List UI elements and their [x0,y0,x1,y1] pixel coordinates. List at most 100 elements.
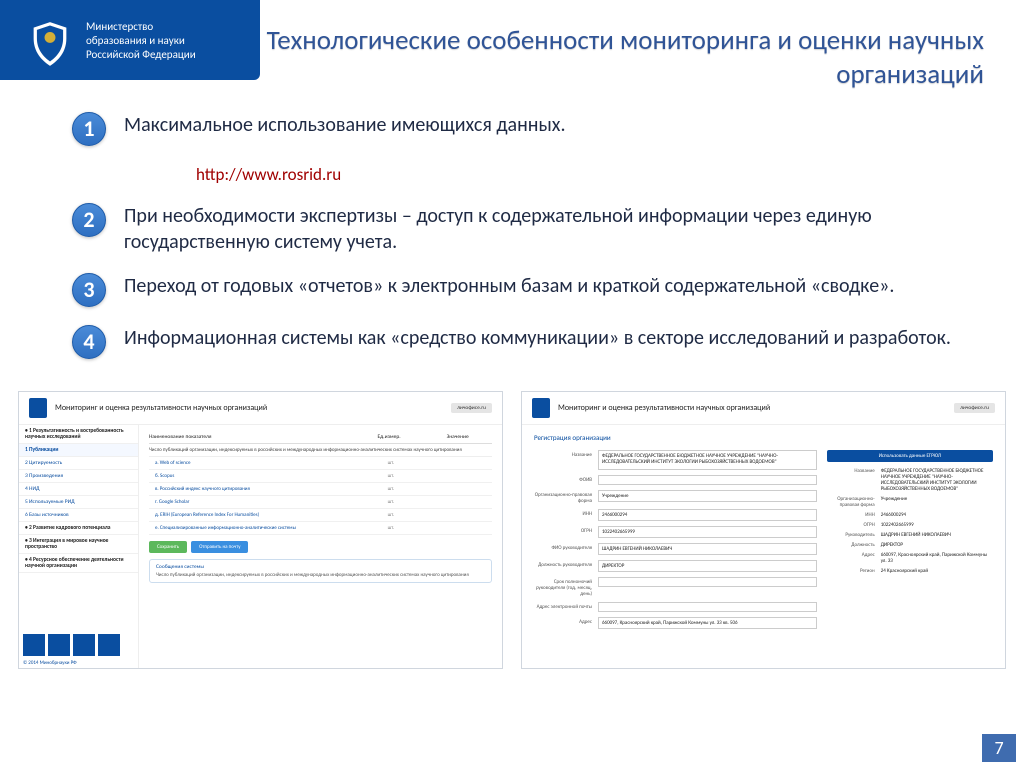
point-text: Переход от годовых «отчетов» к электронн… [124,273,894,299]
point-badge: 2 [72,203,106,237]
kv-value: 1022402665999 [881,522,993,528]
send-button[interactable]: Отправить на почту [191,541,248,553]
table-row: в. Российский индекс научного цитировани… [149,483,492,496]
row-unit: шт. [357,525,424,531]
tile-icon[interactable] [98,634,120,656]
row-input[interactable] [425,512,492,518]
kv-key: Должность [827,542,875,548]
row-unit: шт. [357,486,424,492]
name-field[interactable]: ФЕДЕРАЛЬНОЕ ГОСУДАРСТВЕННОЕ БЮДЖЕТНОЕ НА… [598,450,817,470]
row-input[interactable] [425,525,492,531]
sidebar-group[interactable]: • 1 Результативность и востребованность … [19,425,138,444]
kv-row: НазваниеФЕДЕРАЛЬНОЕ ГОСУДАРСТВЕННОЕ БЮДЖ… [827,468,993,492]
row-label[interactable]: г. Google Scholar [149,499,357,505]
kv-value: Учреждение [881,496,993,508]
point-item: 1 Максимальное использование имеющихся д… [72,112,974,146]
ministry-line: образования и науки [86,34,196,48]
kv-key: ОГРН [827,522,875,528]
field-label: Адрес электронной почты [534,602,592,610]
sidebar-group[interactable]: • 2 Развитие кадрового потенциала [19,522,138,535]
field-label: ОГРН [534,526,592,534]
sidebar-item[interactable]: 5 Используемые РИД [19,496,138,509]
tile-icon[interactable] [48,634,70,656]
kv-key: Название [827,468,875,492]
ministry-line: Министерство [86,20,196,34]
term-field[interactable] [598,577,817,587]
ministry-line: Российской Федерации [86,48,196,62]
sidebar-item[interactable]: 3 Произведения [19,470,138,483]
email-field[interactable] [598,602,817,612]
field-label: ФИО руководителя [534,543,592,551]
row-label[interactable]: в. Российский индекс научного цитировани… [149,486,357,492]
login-badge[interactable]: личофисе.ru [954,403,995,413]
foiv-field[interactable] [598,475,817,485]
sidebar-item[interactable]: 6 Базы источников [19,509,138,522]
table-row: д. ERIH (European Reference Index For Hu… [149,509,492,522]
nav-tiles [19,630,138,658]
point-item: 4 Информационная системы как «средство к… [72,325,974,359]
kv-key: Регион [827,568,875,574]
page-title: Технологические особенности мониторинга … [210,20,984,92]
sidebar-group[interactable]: • 3 Интеграция в мировое научное простра… [19,535,138,554]
sidebar-item[interactable]: 4 НИД [19,483,138,496]
app-header: Мониторинг и оценка результативности нау… [19,392,502,425]
kv-key: Руководитель [827,532,875,538]
save-button[interactable]: Сохранить [149,541,187,553]
use-egrul-button[interactable]: Использовать данные ЕГРЮЛ [827,450,993,462]
sidebar-item[interactable]: 1 Публикации [19,444,138,457]
row-unit: шт. [357,512,424,518]
field-label: ИНН [534,509,592,517]
login-badge[interactable]: личофисе.ru [451,403,492,413]
point-text: При необходимости экспертизы – доступ к … [124,203,974,255]
tile-icon[interactable] [73,634,95,656]
row-label[interactable]: б. Scopus [149,473,357,479]
row-unit: шт. [357,460,424,466]
row-label[interactable]: д. ERIH (European Reference Index For Hu… [149,512,357,518]
row-input[interactable] [425,486,492,492]
row-input[interactable] [425,499,492,505]
ministry-name: Министерство образования и науки Российс… [86,20,196,61]
kv-key: ИНН [827,512,875,518]
field-label: Срок полномочий руководителя (год, месяц… [534,577,592,597]
sidebar-item[interactable]: 2 Цитируемость [19,457,138,470]
app-header: Мониторинг и оценка результативности нау… [522,392,1005,425]
point-badge: 1 [72,112,106,146]
field-label: Организационно-правовая форма [534,490,592,504]
kv-row: Руководитель ШАДРИН ЕВГЕНИЙ НИКОЛАЕВИЧ [827,532,993,538]
screenshots-row: Мониторинг и оценка результативности нау… [0,387,1024,669]
field-label: ФОИВ [534,475,592,483]
kv-value: ШАДРИН ЕВГЕНИЙ НИКОЛАЕВИЧ [881,532,993,538]
tile-icon[interactable] [23,634,45,656]
row-input[interactable] [425,473,492,479]
pos-field[interactable]: ДИРЕКТОР [598,560,817,572]
kv-value: 660097, Красноярский край, Парижской Ком… [881,552,993,564]
addr-field[interactable]: 660097, Красноярский край, Парижской Ком… [598,617,817,629]
field-label: Адрес [534,617,592,625]
messages-title: Сообщения системы [156,564,485,570]
point-badge: 3 [72,273,106,307]
kv-row: Организационно-правовая формаУчреждение [827,496,993,508]
kv-value: 24 Красноярский край [881,568,993,574]
ogrn-field[interactable]: 1022402665999 [598,526,817,538]
registration-form: Регистрация организации НазваниеФЕДЕРАЛЬ… [522,425,1005,668]
sidebar: • 1 Результативность и востребованность … [19,425,139,668]
fio-field[interactable]: ШАДРИН ЕВГЕНИЙ НИКОЛАЕВИЧ [598,543,817,555]
table-header: Наименование показателя Ед.измер. Значен… [149,431,492,444]
row-input[interactable] [425,460,492,466]
point-text: Информационная системы как «средство ком… [124,325,951,351]
row-label[interactable]: а. Web of science [149,460,357,466]
col-name: Наименование показателя [149,434,355,440]
table-row: б. Scopusшт. [149,470,492,483]
kv-row: ДолжностьДИРЕКТОР [827,542,993,548]
inn-field[interactable]: 2466000294 [598,509,817,521]
col-unit: Ед.измер. [355,434,424,440]
kv-row: ИНН2466000294 [827,512,993,518]
field-label: Название [534,450,592,458]
sidebar-group[interactable]: • 4 Ресурсное обеспечение деятельности н… [19,554,138,573]
opf-field[interactable]: Учреждение [598,490,817,502]
row-label[interactable]: е. Специализированные информационно-анал… [149,525,357,531]
rosrid-link[interactable]: http://www.rosrid.ru [196,164,974,185]
action-bar: Сохранить Отправить на почту [149,541,492,553]
copyright: © 2014 Минобрнауки РФ [19,658,138,668]
form-title: Регистрация организации [534,433,993,442]
